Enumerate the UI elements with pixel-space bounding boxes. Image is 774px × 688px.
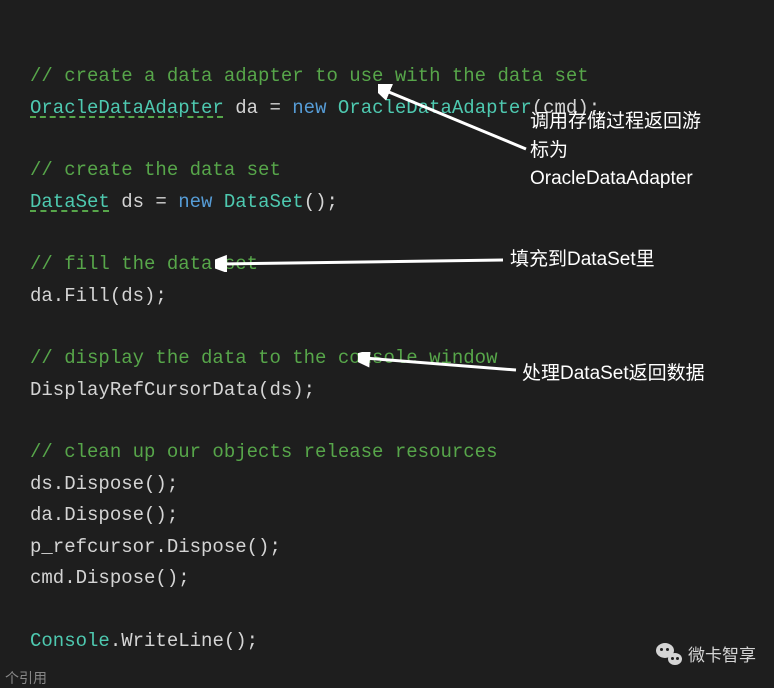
- type-token: OracleDataAdapter: [30, 97, 224, 119]
- keyword: new: [292, 97, 326, 119]
- annotation-text: 标为: [530, 137, 760, 166]
- type-token: Console: [30, 630, 110, 652]
- code-text: da.Fill(ds);: [30, 285, 167, 307]
- code-text: ();: [304, 191, 338, 213]
- annotation-text: 调用存储过程返回游: [530, 108, 760, 137]
- wechat-icon: [656, 643, 682, 665]
- arrow-icon: [215, 252, 505, 272]
- watermark-text: 微卡智享: [688, 641, 756, 666]
- annotation-text: 处理DataSet返回数据: [522, 363, 705, 384]
- annotation-text: 填充到DataSet里: [510, 249, 655, 270]
- status-text: 个引用: [5, 672, 47, 688]
- arrow-icon: [358, 352, 518, 377]
- watermark: 微卡智享: [656, 641, 756, 666]
- annotation-dataset: 填充到DataSet里: [510, 246, 655, 275]
- type-token: DataSet: [30, 191, 110, 213]
- code-text: ds.Dispose();: [30, 473, 178, 495]
- annotation-oracle: 调用存储过程返回游 标为 OracleDataAdapter: [530, 108, 760, 194]
- code-text: ds =: [110, 191, 178, 213]
- code-text: .WriteLine();: [110, 630, 258, 652]
- arrow-icon: [378, 84, 528, 154]
- code-text: da =: [224, 97, 292, 119]
- code-text: cmd.Dispose();: [30, 567, 190, 589]
- code-text: p_refcursor.Dispose();: [30, 536, 281, 558]
- code-text: DisplayRefCursorData(ds);: [30, 379, 315, 401]
- annotation-text: OracleDataAdapter: [530, 165, 760, 194]
- status-bar: 个引用: [0, 668, 774, 688]
- type-token: DataSet: [212, 191, 303, 213]
- annotation-process: 处理DataSet返回数据: [522, 360, 705, 389]
- keyword: new: [178, 191, 212, 213]
- code-text: da.Dispose();: [30, 504, 178, 526]
- comment: // create the data set: [30, 159, 281, 181]
- comment: // clean up our objects release resource…: [30, 441, 497, 463]
